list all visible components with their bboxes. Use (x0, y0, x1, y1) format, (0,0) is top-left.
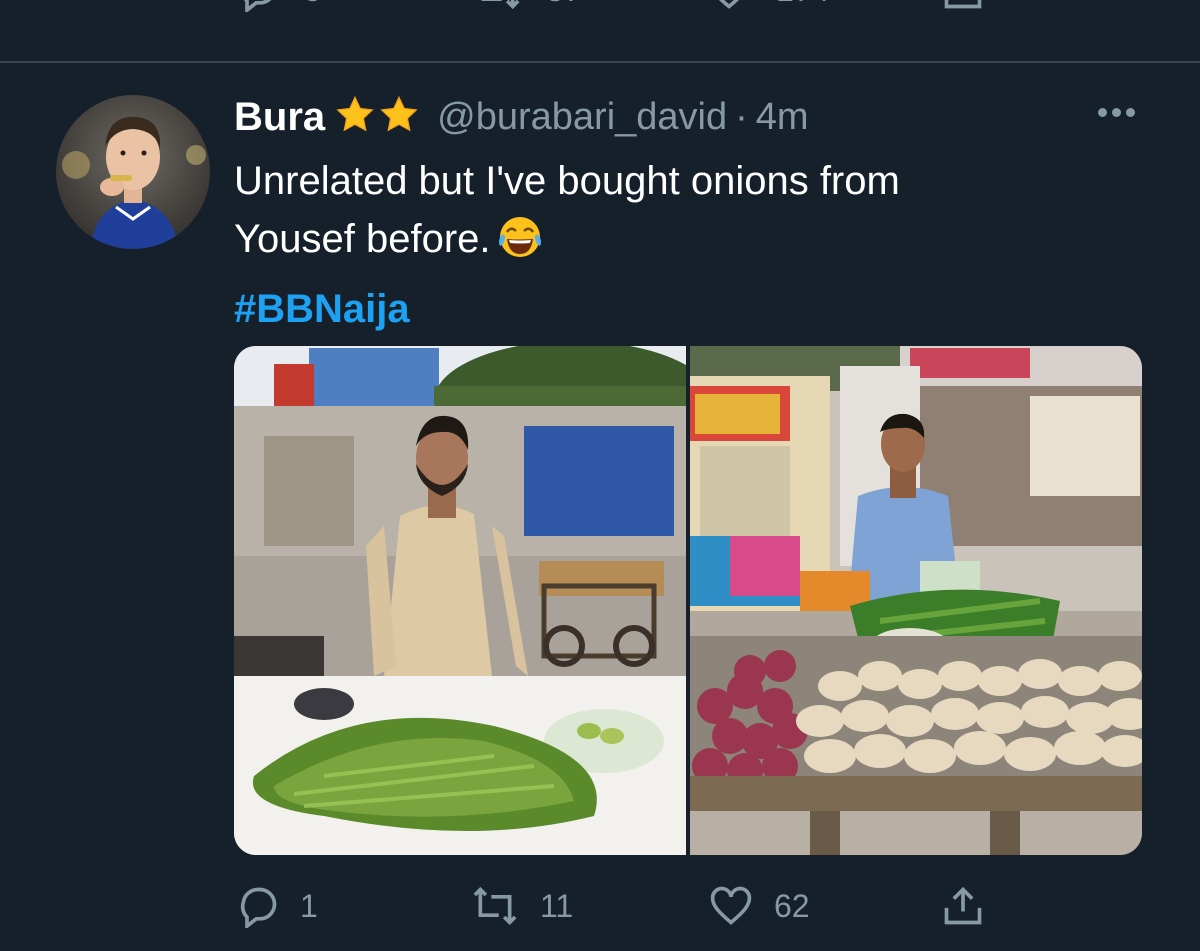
tweet-header: Bura @burabari_david · 4m (234, 92, 809, 142)
vendor-onions-potatoes-photo[interactable] (690, 346, 1142, 855)
tweet-divider (0, 61, 1200, 63)
author-handle[interactable]: @burabari_david (437, 96, 727, 139)
reply-button[interactable]: 1 (236, 884, 318, 928)
tweet-text-line: Yousef before. (234, 217, 491, 261)
like-button[interactable]: 62 (708, 884, 810, 928)
tweet-actions: 1 11 62 (0, 880, 1200, 940)
reply-button[interactable]: 5 (236, 0, 322, 12)
reply-icon (243, 0, 272, 12)
retweet-count: 37 (546, 0, 582, 9)
like-count: 62 (774, 887, 810, 924)
tweet-text: Unrelated but I've bought onions from Yo… (234, 152, 1134, 338)
reply-icon (240, 887, 277, 928)
retweet-icon (473, 886, 517, 926)
hashtag-link[interactable]: #BBNaija (234, 280, 1134, 338)
tweet-text-line: Unrelated but I've bought onions from (234, 159, 900, 203)
more-options-icon[interactable] (1098, 108, 1135, 117)
separator-dot: · (735, 95, 748, 138)
share-button[interactable] (940, 0, 986, 12)
previous-tweet-actions: 5 37 174 (0, 0, 1200, 22)
vendor-okra-photo[interactable] (234, 346, 686, 855)
reply-count: 1 (300, 887, 318, 924)
author-name[interactable]: Bura (234, 95, 325, 140)
share-button[interactable] (940, 884, 986, 928)
heart-icon (710, 886, 752, 925)
star-emoji-icon (379, 95, 419, 140)
share-icon (944, 886, 982, 925)
retweet-icon (481, 0, 520, 10)
reply-count: 5 (304, 0, 322, 9)
heart-icon (718, 0, 740, 9)
tears-of-joy-emoji-icon (495, 212, 545, 278)
avatar[interactable] (56, 95, 210, 249)
share-icon (944, 0, 982, 9)
retweet-button[interactable]: 11 (470, 884, 573, 928)
like-button[interactable]: 174 (706, 0, 829, 12)
retweet-button[interactable]: 37 (474, 0, 582, 12)
tweet-media[interactable] (234, 346, 1142, 855)
star-emoji-icon (335, 95, 375, 140)
retweet-count: 11 (540, 887, 574, 924)
like-count: 174 (776, 0, 829, 9)
tweet-timestamp[interactable]: 4m (756, 96, 809, 139)
